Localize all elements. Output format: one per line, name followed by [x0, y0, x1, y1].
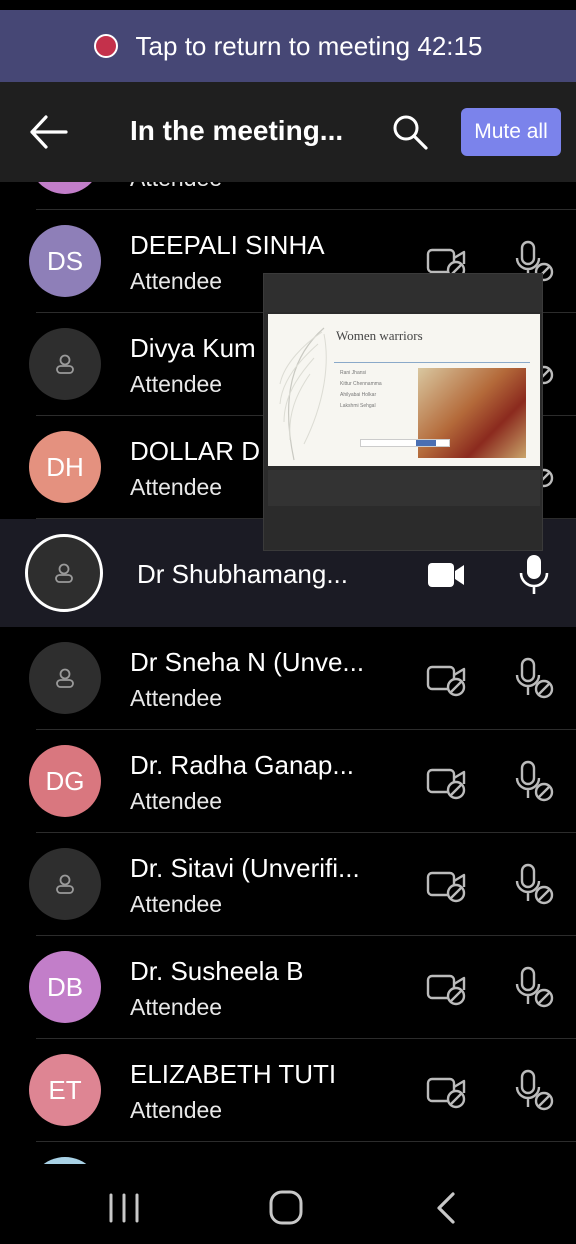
avatar: DH	[29, 431, 101, 503]
mic-on-icon	[514, 553, 556, 597]
participant-row[interactable]: DG Dr. Radha Ganap... Attendee	[0, 730, 576, 833]
participant-name: Dr Shubhamang...	[137, 559, 349, 589]
person-icon	[55, 563, 73, 583]
pip-header	[264, 274, 542, 312]
participant-role: Attendee	[130, 371, 223, 397]
avatar: DS	[29, 225, 101, 297]
camera-off-icon	[426, 968, 468, 1008]
slide-bullet: Kittur Chennamma	[340, 381, 382, 387]
participant-row-partial[interactable]	[0, 1142, 576, 1164]
participant-name: ELIZABETH TUTI	[130, 1059, 337, 1089]
recent-apps-icon[interactable]	[94, 1188, 154, 1228]
participant-role: Attendee	[130, 474, 223, 500]
mute-all-button[interactable]: Mute all	[461, 108, 561, 156]
avatar	[25, 534, 103, 612]
participant-row[interactable]: ET ELIZABETH TUTI Attendee	[0, 1039, 576, 1142]
camera-off-icon	[426, 659, 468, 699]
pip-footer	[268, 470, 540, 506]
participant-role: Attendee	[130, 788, 223, 814]
screen-share-preview[interactable]: Women warriors Rani Jhansi Kittur Chenna…	[263, 273, 543, 551]
return-to-meeting-banner[interactable]: Tap to return to meeting 42:15	[0, 10, 576, 82]
participant-name: DOLLAR D	[130, 436, 261, 466]
participant-row[interactable]: DB Dr. Susheela B Attendee	[0, 936, 576, 1039]
home-icon[interactable]	[256, 1188, 316, 1228]
mic-off-icon	[514, 1069, 556, 1113]
mic-off-icon	[514, 657, 556, 701]
slide-divider	[334, 362, 530, 363]
participant-role: Attendee	[130, 182, 222, 192]
shared-slide: Women warriors Rani Jhansi Kittur Chenna…	[268, 314, 540, 466]
avatar	[29, 642, 101, 714]
avatar: DG	[29, 745, 101, 817]
participant-role: Attendee	[130, 1097, 223, 1123]
return-banner-text: Tap to return to meeting 42:15	[135, 30, 483, 61]
camera-off-icon	[426, 865, 468, 905]
slide-search-bar	[360, 439, 450, 447]
status-bar	[0, 0, 576, 10]
avatar: ET	[29, 1054, 101, 1126]
avatar: DB	[29, 951, 101, 1023]
avatar	[29, 1157, 101, 1164]
participant-role: Attendee	[130, 994, 223, 1020]
feather-illustration	[279, 327, 327, 461]
avatar	[29, 848, 101, 920]
participant-name: Divya Kum	[130, 333, 256, 363]
participant-role: Attendee	[130, 891, 223, 917]
participant-name: Dr. Sitavi (Unverifi...	[130, 853, 360, 883]
system-navigation-bar	[0, 1164, 576, 1244]
mic-off-icon	[514, 966, 556, 1010]
participant-row[interactable]: Dr Sneha N (Unve... Attendee	[0, 627, 576, 730]
camera-off-icon	[426, 1071, 468, 1111]
page-title: In the meeting...	[130, 115, 344, 146]
mic-off-icon	[514, 760, 556, 804]
camera-on-icon	[426, 555, 468, 595]
search-icon[interactable]	[390, 112, 430, 152]
slide-title: Women warriors	[336, 328, 423, 343]
slide-bullet: Rani Jhansi	[340, 370, 367, 376]
camera-off-icon	[426, 762, 468, 802]
participant-role: Attendee	[130, 268, 223, 294]
person-icon	[56, 668, 74, 688]
back-icon[interactable]	[416, 1188, 476, 1228]
slide-bullet: Lakshmi Sehgal	[340, 403, 376, 409]
participant-name: Dr. Susheela B	[130, 956, 304, 986]
top-app-bar: In the meeting... Mute all	[0, 82, 576, 182]
recording-dot-icon	[93, 34, 118, 58]
person-icon	[56, 874, 74, 894]
participant-name: Dr Sneha N (Unve...	[130, 647, 365, 677]
participant-row[interactable]: Dr. Sitavi (Unverifi... Attendee	[0, 833, 576, 936]
participant-name: Dr. Radha Ganap...	[130, 750, 355, 780]
participant-role: Attendee	[130, 685, 223, 711]
slide-search-button	[416, 440, 436, 446]
back-arrow-icon[interactable]	[26, 112, 70, 152]
participant-row-partial[interactable]: Attendee	[0, 182, 576, 210]
mic-off-icon	[514, 863, 556, 907]
slide-bullet: Ahilyabai Holkar	[340, 392, 377, 398]
participant-name: DEEPALI SINHA	[130, 230, 325, 260]
avatar	[29, 328, 101, 400]
avatar	[29, 182, 101, 194]
person-icon	[56, 354, 74, 374]
